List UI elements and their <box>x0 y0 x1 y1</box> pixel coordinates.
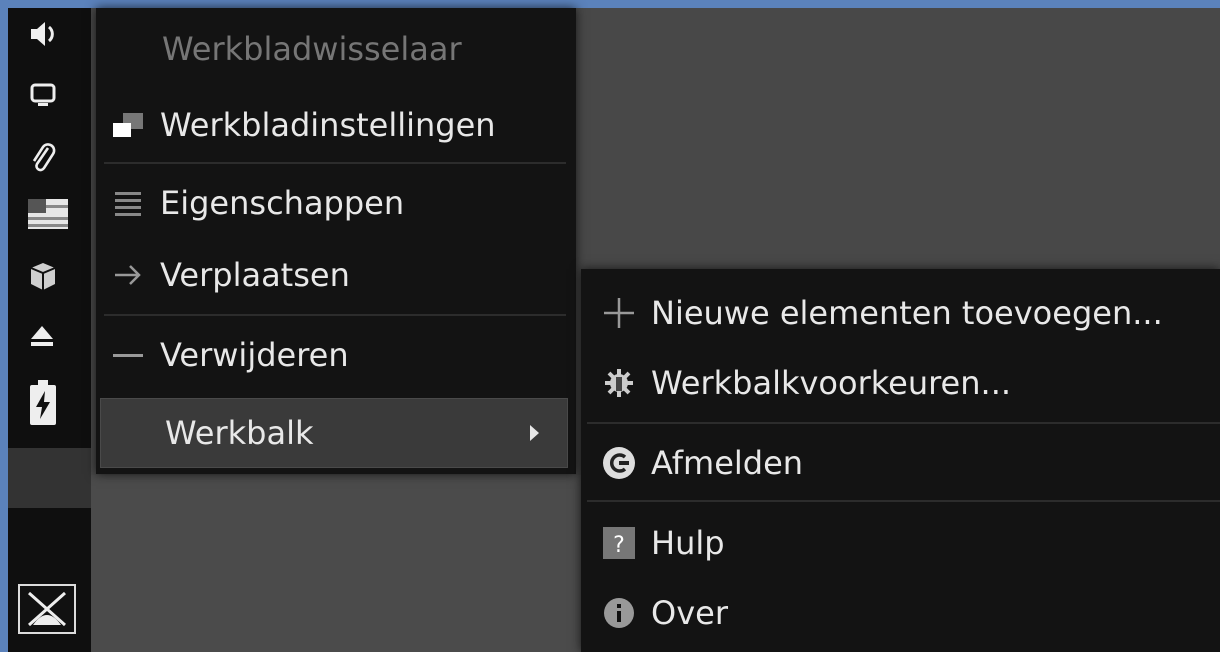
menu-item-eigenschappen[interactable]: Eigenschappen <box>96 170 576 236</box>
package-icon[interactable] <box>8 256 91 296</box>
menu-item-label: Werkbalk <box>165 414 314 452</box>
submenu-arrow-icon <box>530 425 539 441</box>
volume-icon[interactable] <box>8 14 91 54</box>
desktop-settings-icon <box>110 107 146 143</box>
paperclip-icon[interactable] <box>8 138 91 178</box>
left-panel <box>8 8 91 652</box>
logout-icon <box>599 443 639 483</box>
submenu-item-hulp[interactable]: ? Hulp <box>581 511 1220 575</box>
submenu-separator <box>587 500 1220 502</box>
desktop-context-menu: Werkbladwisselaar Werkbladinstellingen E… <box>96 8 576 474</box>
menu-item-werkbalk[interactable]: Werkbalk <box>100 398 568 468</box>
werkbalk-submenu: Nieuwe elementen toevoegen... Werkbalkvo… <box>581 269 1220 652</box>
xfce-logo-icon[interactable] <box>18 584 76 634</box>
submenu-item-label: Werkbalkvoorkeuren... <box>651 364 1012 402</box>
menu-item-werkbladinstellingen[interactable]: Werkbladinstellingen <box>96 92 576 158</box>
menu-item-label: Werkbladinstellingen <box>160 106 496 144</box>
arrow-right-icon <box>110 257 146 293</box>
submenu-item-nieuwe-elementen[interactable]: Nieuwe elementen toevoegen... <box>581 281 1220 345</box>
plus-icon <box>599 293 639 333</box>
menu-title: Werkbladwisselaar <box>162 30 462 68</box>
menu-item-label: Verplaatsen <box>160 256 350 294</box>
menu-separator <box>104 314 566 316</box>
help-icon: ? <box>599 523 639 563</box>
submenu-item-werkbalkvoorkeuren[interactable]: Werkbalkvoorkeuren... <box>581 351 1220 415</box>
submenu-item-label: Over <box>651 594 728 632</box>
display-icon[interactable] <box>8 74 91 114</box>
menu-separator <box>104 162 566 164</box>
battery-icon[interactable] <box>8 378 91 428</box>
info-icon <box>599 593 639 633</box>
submenu-item-afmelden[interactable]: Afmelden <box>581 431 1220 495</box>
submenu-item-label: Hulp <box>651 524 725 562</box>
panel-active-slot[interactable] <box>8 448 91 508</box>
gear-icon <box>599 363 639 403</box>
submenu-item-label: Afmelden <box>651 444 804 482</box>
submenu-separator <box>587 422 1220 424</box>
eject-icon[interactable] <box>8 316 91 356</box>
menu-item-verwijderen[interactable]: Verwijderen <box>96 322 576 388</box>
submenu-item-label: Nieuwe elementen toevoegen... <box>651 294 1163 332</box>
menu-item-label: Eigenschappen <box>160 184 405 222</box>
menu-item-verplaatsen[interactable]: Verplaatsen <box>96 242 576 308</box>
menu-item-label: Verwijderen <box>160 336 349 374</box>
minus-icon <box>110 337 146 373</box>
svg-text:?: ? <box>613 533 625 558</box>
flag-icon[interactable] <box>8 194 91 234</box>
desktop-background-lower <box>91 475 581 652</box>
submenu-item-over[interactable]: Over <box>581 581 1220 645</box>
properties-icon <box>110 185 146 221</box>
